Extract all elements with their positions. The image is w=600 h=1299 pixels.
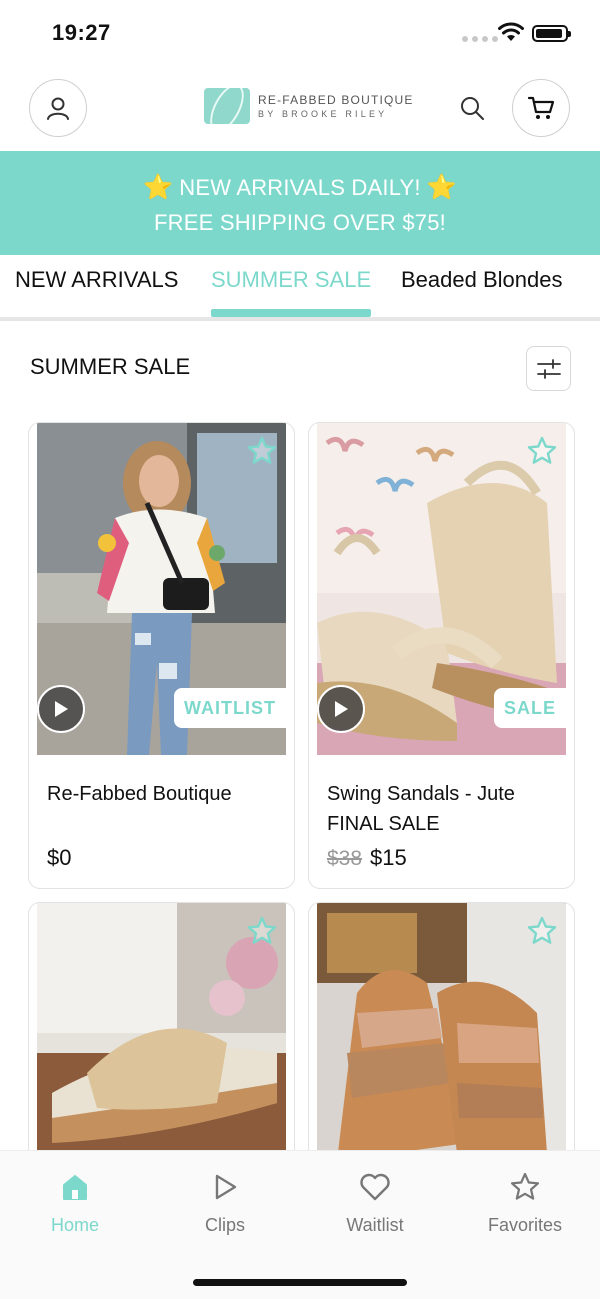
- original-price: $38: [327, 847, 363, 870]
- product-title: Swing Sandals - Jute: [327, 783, 515, 805]
- waitlist-badge: WAITLIST: [174, 688, 286, 728]
- product-subtitle: FINAL SALE: [327, 813, 440, 835]
- nav-favorites[interactable]: Favorites: [470, 1169, 580, 1236]
- favorite-star-icon[interactable]: [246, 435, 278, 467]
- status-bar: 19:27: [0, 0, 600, 66]
- star-emoji-icon: ⭐: [143, 174, 174, 201]
- current-price: $0: [47, 845, 72, 870]
- star-emoji-icon: ⭐: [426, 174, 457, 201]
- battery-icon: [532, 25, 571, 42]
- sale-badge: SALE: [493, 688, 566, 728]
- product-price: $0: [47, 845, 71, 871]
- product-card[interactable]: SALE Swing Sandals - Jute FINAL SALE $38…: [308, 422, 575, 889]
- product-photo[interactable]: [317, 903, 566, 1161]
- product-card[interactable]: [308, 902, 575, 1162]
- home-icon: [63, 1175, 87, 1200]
- nav-clips-label: Clips: [204, 1215, 245, 1235]
- logo-mark-icon: [204, 88, 250, 124]
- section-title: SUMMER SALE: [30, 354, 191, 379]
- star-icon: [510, 1172, 540, 1200]
- promo-banner[interactable]: ⭐ NEW ARRIVALS DAILY! ⭐ FREE SHIPPING OV…: [0, 151, 600, 255]
- product-name[interactable]: Swing Sandals - Jute FINAL SALE: [327, 779, 567, 839]
- tab-new-arrivals[interactable]: NEW ARRIVALS: [15, 267, 178, 293]
- promo-shipping-text: FREE SHIPPING OVER $75!: [154, 210, 446, 235]
- brand-logo[interactable]: RE-FABBED BOUTIQUE BY BROOKE RILEY: [204, 88, 414, 124]
- nav-home-label: Home: [50, 1215, 99, 1235]
- play-icon: [215, 1174, 237, 1200]
- favorite-star-icon[interactable]: [526, 915, 558, 947]
- tab-summer-sale[interactable]: SUMMER SALE: [211, 267, 371, 293]
- search-icon: [461, 97, 484, 120]
- user-icon: [47, 97, 69, 120]
- brand-subtitle: BY BROOKE RILEY: [258, 109, 388, 119]
- product-name[interactable]: Re-Fabbed Boutique: [47, 779, 287, 809]
- play-icon: [335, 701, 348, 717]
- product-photo[interactable]: [37, 903, 286, 1161]
- play-video-button[interactable]: [317, 685, 365, 733]
- product-photo[interactable]: WAITLIST: [37, 423, 286, 755]
- tab-beaded-blondes[interactable]: Beaded Blondes: [401, 267, 562, 293]
- nav-waitlist[interactable]: Waitlist: [320, 1169, 430, 1236]
- brand-name: RE-FABBED BOUTIQUE: [258, 93, 414, 107]
- category-tabs: NEW ARRIVALS SUMMER SALE Beaded Blondes: [0, 255, 600, 321]
- nav-home[interactable]: Home: [20, 1169, 130, 1236]
- app-header: RE-FABBED BOUTIQUE BY BROOKE RILEY: [0, 66, 600, 152]
- status-time: 19:27: [52, 20, 111, 45]
- heart-icon: [360, 1173, 390, 1201]
- filter-sliders-icon: [536, 358, 561, 379]
- nav-clips[interactable]: Clips: [170, 1169, 280, 1236]
- favorite-star-icon[interactable]: [526, 435, 558, 467]
- favorite-star-icon[interactable]: [246, 915, 278, 947]
- cart-button[interactable]: [512, 79, 570, 137]
- account-button[interactable]: [29, 79, 87, 137]
- home-indicator[interactable]: [193, 1279, 407, 1286]
- nav-favorites-label: Favorites: [487, 1215, 563, 1235]
- cart-icon: [527, 96, 555, 119]
- product-price: $38 $15: [327, 845, 407, 871]
- search-button[interactable]: [456, 92, 488, 124]
- nav-waitlist-label: Waitlist: [346, 1215, 404, 1235]
- active-tab-indicator: [211, 309, 371, 317]
- play-icon: [55, 701, 68, 717]
- bottom-navigation: Home Clips Waitlist Favorites: [0, 1150, 600, 1299]
- product-photo[interactable]: SALE: [317, 423, 566, 755]
- current-price: $15: [370, 845, 407, 870]
- signal-dots-icon: [462, 36, 498, 42]
- play-video-button[interactable]: [37, 685, 85, 733]
- product-card[interactable]: [28, 902, 295, 1162]
- promo-headline: NEW ARRIVALS DAILY!: [179, 174, 421, 200]
- product-card[interactable]: WAITLIST Re-Fabbed Boutique $0: [28, 422, 295, 889]
- filter-button[interactable]: [526, 346, 571, 391]
- wifi-icon: [498, 22, 524, 41]
